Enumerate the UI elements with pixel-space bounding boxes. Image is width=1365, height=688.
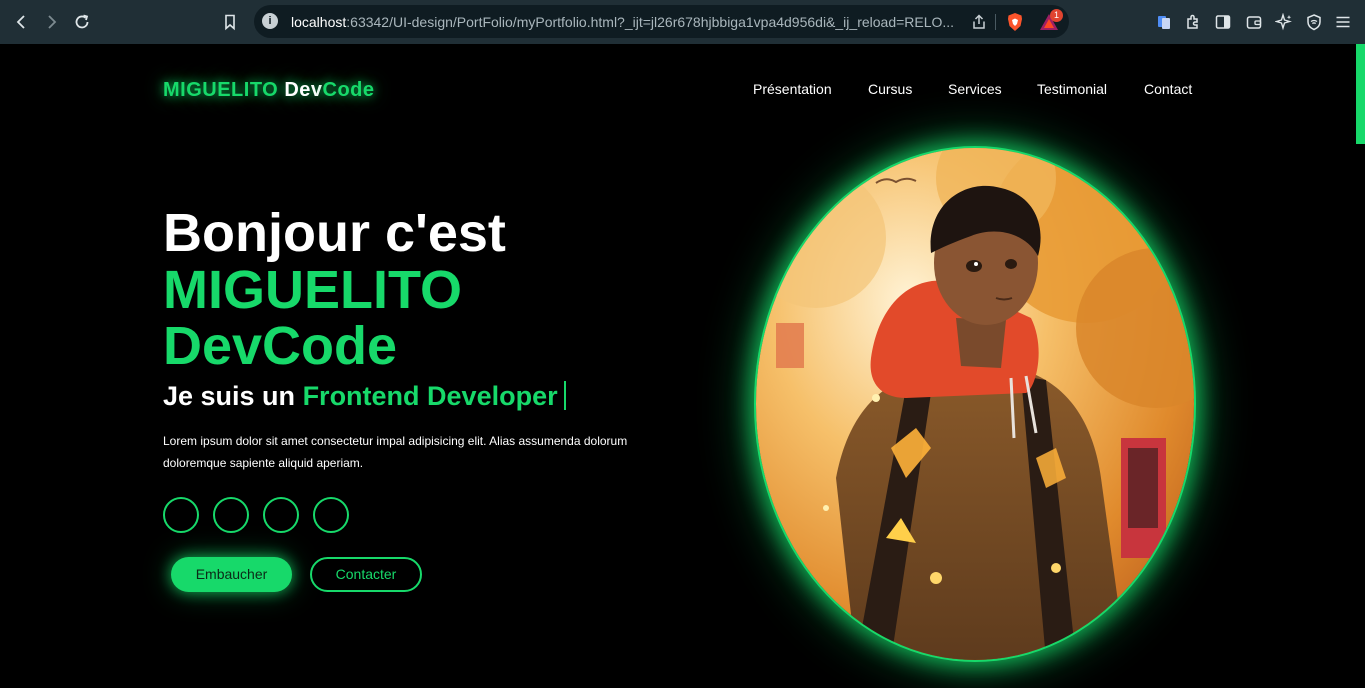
menu-icon[interactable]	[1334, 13, 1352, 31]
notification-badge: 1	[1050, 9, 1063, 22]
social-link-2[interactable]	[213, 497, 249, 533]
nav-services[interactable]: Services	[948, 81, 1002, 97]
hero-description: Lorem ipsum dolor sit amet consectetur i…	[163, 434, 628, 470]
contact-button[interactable]: Contacter	[310, 557, 422, 592]
browser-toolbar: i localhost:63342/UI-design/PortFolio/my…	[0, 0, 1365, 44]
address-bar[interactable]: i localhost:63342/UI-design/PortFolio/my…	[254, 5, 1069, 38]
portrait-illustration	[756, 148, 1194, 660]
wallet-icon[interactable]	[1245, 13, 1263, 31]
page-viewport: MIGUELITO DevCode Présentation Cursus Se…	[0, 44, 1365, 688]
hero-name: MIGUELITO	[163, 260, 463, 320]
typing-caret	[563, 381, 566, 410]
social-link-4[interactable]	[313, 497, 349, 533]
social-link-3[interactable]	[263, 497, 299, 533]
subtitle-prefix: Je suis un	[163, 381, 296, 411]
url-text[interactable]: localhost:63342/UI-design/PortFolio/myPo…	[291, 14, 955, 30]
divider	[995, 14, 996, 30]
hero-greeting: Bonjour c'est	[163, 203, 506, 263]
brave-shields-icon[interactable]	[1006, 12, 1024, 32]
nav-presentation[interactable]: Présentation	[753, 81, 832, 97]
hero-subtitle: Je suis un Frontend Developer	[163, 381, 566, 412]
hire-button[interactable]: Embaucher	[171, 557, 292, 592]
site-info-icon[interactable]: i	[262, 13, 278, 29]
url-host: localhost	[291, 14, 347, 30]
nav-cursus[interactable]: Cursus	[868, 81, 912, 97]
wallet-cards-icon[interactable]	[1155, 13, 1173, 31]
sidebar-icon[interactable]	[1214, 13, 1232, 31]
url-path: :63342/UI-design/PortFolio/myPortfolio.h…	[346, 14, 955, 30]
subtitle-role: Frontend Developer	[302, 381, 558, 411]
main-nav: Présentation Cursus Services Testimonial…	[0, 81, 1365, 101]
leo-ai-icon[interactable]	[1274, 12, 1293, 31]
extensions-icon[interactable]	[1184, 13, 1202, 31]
reload-icon[interactable]	[71, 11, 93, 33]
vpn-icon[interactable]	[1305, 13, 1323, 31]
nav-testimonial[interactable]: Testimonial	[1037, 81, 1107, 97]
forward-icon[interactable]	[40, 11, 62, 33]
nav-contact[interactable]: Contact	[1144, 81, 1192, 97]
profile-portrait	[756, 148, 1194, 660]
back-icon[interactable]	[11, 11, 33, 33]
social-link-1[interactable]	[163, 497, 199, 533]
share-icon[interactable]	[970, 13, 988, 31]
hero-brand: DevCode	[163, 316, 398, 376]
bookmark-icon[interactable]	[219, 11, 241, 33]
